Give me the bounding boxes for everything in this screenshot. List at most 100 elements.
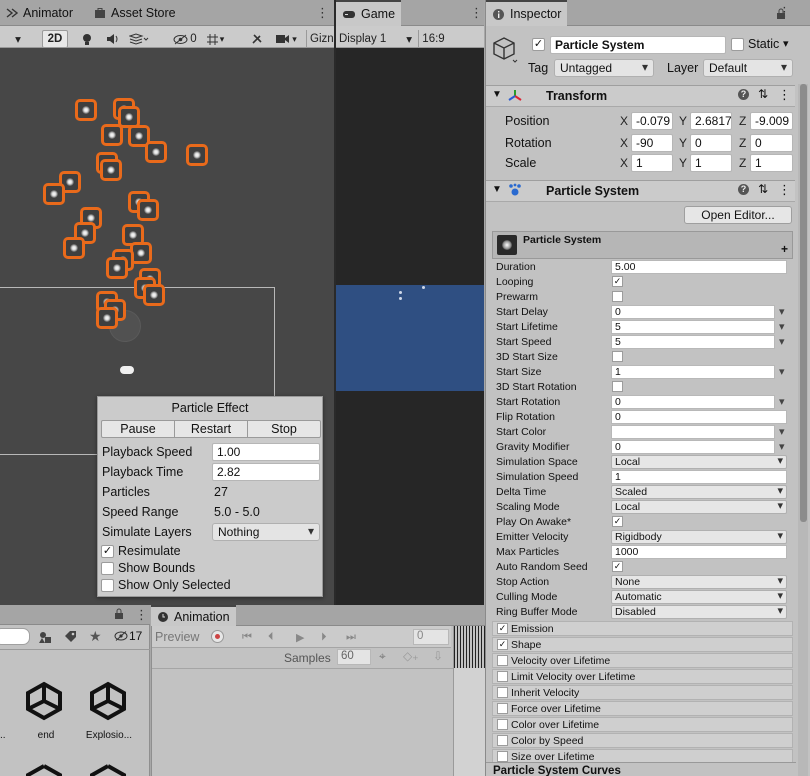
module-header[interactable]: ✓ Emission [492,621,793,636]
module-enable-checkbox[interactable] [497,655,508,666]
curves-bar[interactable]: Particle System Curves [486,762,796,776]
position-z-field[interactable]: -9.009 [750,112,793,130]
start-color-swatch[interactable] [611,425,775,439]
aspect-dropdown[interactable]: 16:9 [418,30,448,48]
left-panel-menu-icon[interactable]: ⋮ [316,6,329,19]
ps-value-field[interactable]: 5 [611,335,775,349]
position-y-field[interactable]: 2.6817 [690,112,732,130]
module-header[interactable]: Limit Velocity over Lifetime [492,669,793,684]
tab-animator[interactable]: Animator [0,0,79,26]
ps-value-field[interactable]: 0 [611,305,775,319]
module-header[interactable]: ✓ Shape [492,637,793,652]
timeline-area[interactable] [453,626,486,776]
filter-by-type-icon[interactable] [38,630,52,647]
module-enable-checkbox[interactable] [497,735,508,746]
stop-button[interactable]: Stop [248,421,320,437]
inspector-scrollbar-thumb[interactable] [800,84,807,522]
last-key-icon[interactable]: ⏭ [346,631,356,644]
help-icon[interactable]: ? [738,184,749,195]
playback-time-field[interactable]: 2.82 [212,463,320,481]
scene-options-caret-icon[interactable]: ▾ [0,30,36,48]
mode-2d-button[interactable]: 2D [42,30,68,48]
unity-asset-icon[interactable] [88,763,128,776]
curve-mode-caret-icon[interactable]: ▾ [779,365,785,378]
gizmos-button[interactable]: Gizn [306,30,334,48]
module-enable-checkbox[interactable] [497,671,508,682]
open-editor-button[interactable]: Open Editor... [684,206,792,224]
scale-y-field[interactable]: 1 [690,154,732,172]
component-menu-icon[interactable]: ⋮ [778,87,791,103]
scale-x-field[interactable]: 1 [631,154,673,172]
tab-game[interactable]: Game [336,0,402,26]
resimulate-checkbox[interactable]: ✓ [101,545,114,558]
simulate-layers-dropdown[interactable]: Nothing [212,523,320,541]
tab-asset-store[interactable]: Asset Store [88,0,182,26]
module-enable-checkbox[interactable]: ✓ [497,639,508,650]
module-header[interactable]: Force over Lifetime [492,701,793,716]
grid-snap-icon[interactable]: ▾ [204,30,226,48]
add-event-icon[interactable]: ⇩ [433,649,443,663]
transform-header[interactable]: ▼ Transform ? ⇅ ⋮ [486,85,795,107]
gameobject-cube-icon[interactable] [493,36,519,67]
ps-dropdown[interactable]: Scaled [611,485,787,499]
module-header[interactable]: Velocity over Lifetime [492,653,793,668]
component-menu-icon[interactable]: ⋮ [778,182,791,198]
inspector-lock-icon[interactable] [776,8,786,23]
camera-icon[interactable]: ▾ [272,30,300,48]
module-enable-checkbox[interactable] [497,703,508,714]
position-x-field[interactable]: -0.079 [631,112,673,130]
module-enable-checkbox[interactable] [497,719,508,730]
unity-asset-icon[interactable] [88,681,128,724]
filter-by-label-icon[interactable] [64,630,77,646]
particle-system-main-header[interactable]: Particle System + [492,231,793,259]
game-view[interactable] [336,48,484,605]
ps-value-field[interactable]: 1000 [611,545,787,559]
lighting-icon[interactable] [78,30,96,48]
color-mode-caret-icon[interactable]: ▾ [779,425,785,438]
tab-animation[interactable]: Animation [151,605,236,626]
play-icon[interactable]: ▶ [296,631,304,644]
add-plus-icon[interactable]: + [781,242,788,256]
rotation-x-field[interactable]: -90 [631,134,673,152]
inspector-scrollbar[interactable] [798,84,808,776]
project-search-input[interactable] [0,628,30,645]
ps-value-field[interactable]: 0 [611,440,775,454]
curve-mode-caret-icon[interactable]: ▾ [779,320,785,333]
scene-visibility-toggle[interactable]: 0 [170,30,200,48]
add-keyframe-icon[interactable]: ⌖ [379,649,386,664]
presets-icon[interactable]: ⇅ [758,182,768,196]
ps-value-field[interactable]: 0 [611,410,787,424]
unity-asset-icon[interactable] [24,763,64,776]
ps-dropdown[interactable]: None [611,575,787,589]
rotation-y-field[interactable]: 0 [690,134,732,152]
module-header[interactable]: Inherit Velocity [492,685,793,700]
frame-field[interactable]: 0 [413,629,449,645]
ps-dropdown[interactable]: Local [611,500,787,514]
curve-mode-caret-icon[interactable]: ▾ [779,395,785,408]
tools-icon[interactable] [248,30,266,48]
game-panel-menu-icon[interactable]: ⋮ [470,6,483,19]
display-dropdown[interactable]: Display 1 ▾ [339,30,414,48]
module-enable-checkbox[interactable] [497,751,508,762]
module-enable-checkbox[interactable]: ✓ [497,623,508,634]
restart-button[interactable]: Restart [175,421,248,437]
playback-speed-field[interactable]: 1.00 [212,443,320,461]
ps-value-field[interactable]: 1 [611,470,787,484]
scale-z-field[interactable]: 1 [750,154,793,172]
prev-key-icon[interactable]: ⏴ [268,631,274,644]
panel-divider[interactable] [334,0,336,605]
ps-value-field[interactable]: 5 [611,320,775,334]
module-header[interactable]: Color by Speed [492,733,793,748]
favorite-star-icon[interactable]: ★ [89,628,102,645]
ps-value-field[interactable]: 5.00 [611,260,787,274]
ps-checkbox[interactable]: ✓ [612,276,623,287]
first-key-icon[interactable]: ⏮ [242,631,252,644]
ps-checkbox[interactable]: ✓ [612,516,623,527]
ps-checkbox[interactable] [612,291,623,302]
ps-checkbox[interactable] [612,381,623,392]
static-checkbox[interactable] [731,38,744,51]
ps-dropdown[interactable]: Rigidbody [611,530,787,544]
module-enable-checkbox[interactable] [497,687,508,698]
tab-inspector[interactable]: Inspector [486,0,568,26]
samples-field[interactable]: 60 [337,649,371,665]
